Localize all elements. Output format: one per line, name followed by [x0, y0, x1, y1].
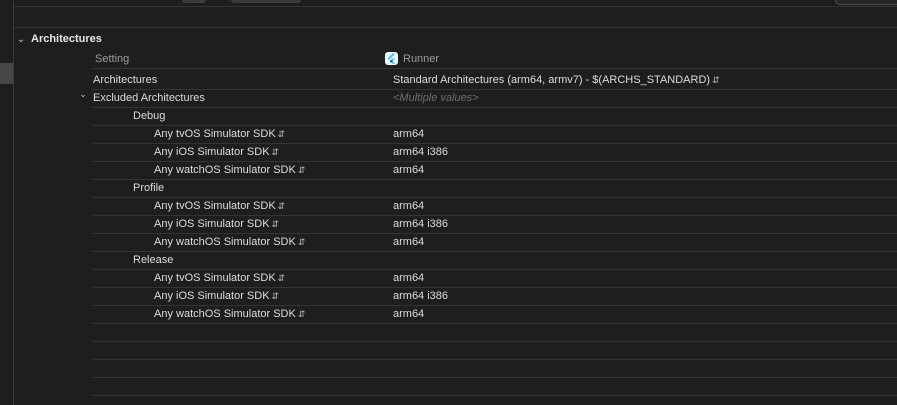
column-header-setting: Setting — [95, 53, 130, 65]
sdk-name: Any watchOS Simulator SDK — [154, 308, 296, 320]
divider — [14, 6, 897, 7]
sdk-name: Any watchOS Simulator SDK — [154, 164, 296, 176]
config-name: Debug — [133, 110, 166, 122]
setting-name: Excluded Architectures — [93, 92, 205, 104]
up-down-stepper-icon[interactable]: ⇵ — [278, 201, 286, 211]
up-down-stepper-icon[interactable]: ⇵ — [278, 273, 286, 283]
config-row-release[interactable]: Release — [91, 251, 897, 270]
sdk-condition[interactable]: Any tvOS Simulator SDK ⇵ — [154, 197, 285, 215]
sdk-value[interactable]: arm64 i386 — [393, 143, 448, 161]
config-row-debug[interactable]: Debug — [91, 107, 897, 126]
sdk-row[interactable]: Any iOS Simulator SDK ⇵ arm64 i386 — [91, 215, 897, 234]
sdk-row[interactable]: Any iOS Simulator SDK ⇵ arm64 i386 — [91, 287, 897, 306]
sdk-condition[interactable]: Any tvOS Simulator SDK ⇵ — [154, 269, 285, 287]
sdk-condition[interactable]: Any watchOS Simulator SDK ⇵ — [154, 305, 305, 323]
sdk-name: Any watchOS Simulator SDK — [154, 236, 296, 248]
sdk-name: Any iOS Simulator SDK — [154, 146, 270, 158]
sdk-value[interactable]: arm64 — [393, 305, 424, 323]
sdk-condition[interactable]: Any watchOS Simulator SDK ⇵ — [154, 233, 305, 251]
sdk-name: Any iOS Simulator SDK — [154, 290, 270, 302]
sdk-condition[interactable]: Any iOS Simulator SDK ⇵ — [154, 215, 279, 233]
navigator-sidebar — [0, 0, 14, 405]
sdk-row[interactable]: Any tvOS Simulator SDK ⇵ arm64 — [91, 197, 897, 216]
up-down-stepper-icon[interactable]: ⇵ — [298, 309, 306, 319]
setting-value-text: Standard Architectures (arm64, armv7) - … — [393, 74, 711, 86]
sdk-value[interactable]: arm64 i386 — [393, 215, 448, 233]
empty-row — [91, 359, 897, 378]
sdk-condition[interactable]: Any tvOS Simulator SDK ⇵ — [154, 125, 285, 143]
sdk-row[interactable]: Any tvOS Simulator SDK ⇵ arm64 — [91, 125, 897, 144]
empty-row — [91, 323, 897, 342]
sdk-row[interactable]: Any watchOS Simulator SDK ⇵ arm64 — [91, 161, 897, 180]
divider — [14, 27, 897, 28]
sdk-condition[interactable]: Any watchOS Simulator SDK ⇵ — [154, 161, 305, 179]
config-name: Profile — [133, 182, 165, 194]
up-down-stepper-icon[interactable]: ⇵ — [298, 237, 306, 247]
sdk-value[interactable]: arm64 — [393, 161, 424, 179]
sdk-row[interactable]: Any watchOS Simulator SDK ⇵ arm64 — [91, 233, 897, 252]
sdk-condition[interactable]: Any iOS Simulator SDK ⇵ — [154, 143, 279, 161]
sdk-value[interactable]: arm64 — [393, 125, 424, 143]
up-down-stepper-icon[interactable]: ⇵ — [712, 75, 720, 85]
sdk-value[interactable]: arm64 — [393, 233, 424, 251]
chevron-down-icon[interactable]: ⌄ — [14, 34, 28, 45]
sdk-value[interactable]: arm64 — [393, 269, 424, 287]
up-down-stepper-icon[interactable]: ⇵ — [278, 129, 286, 139]
section-title: Architectures — [31, 33, 102, 45]
sdk-row[interactable]: Any iOS Simulator SDK ⇵ arm64 i386 — [91, 143, 897, 162]
up-down-stepper-icon[interactable]: ⇵ — [272, 147, 280, 157]
sdk-name: Any iOS Simulator SDK — [154, 218, 270, 230]
config-row-profile[interactable]: Profile — [91, 179, 897, 198]
navigator-selected-item[interactable] — [0, 63, 13, 84]
sdk-name: Any tvOS Simulator SDK — [154, 272, 276, 284]
build-settings-editor: ⌄ Architectures Setting Runner Architect… — [14, 0, 897, 405]
sdk-value[interactable]: arm64 i386 — [393, 287, 448, 305]
setting-row-architectures[interactable]: Architectures Standard Architectures (ar… — [91, 71, 897, 90]
up-down-stepper-icon[interactable]: ⇵ — [272, 291, 280, 301]
sdk-name: Any tvOS Simulator SDK — [154, 128, 276, 140]
target-name: Runner — [403, 53, 440, 65]
empty-row — [91, 341, 897, 360]
up-down-stepper-icon[interactable]: ⇵ — [272, 219, 280, 229]
sdk-row[interactable]: Any tvOS Simulator SDK ⇵ arm64 — [91, 269, 897, 288]
sdk-condition[interactable]: Any iOS Simulator SDK ⇵ — [154, 287, 279, 305]
setting-row-excluded-architectures[interactable]: ⌄ Excluded Architectures <Multiple value… — [79, 89, 897, 108]
sdk-value[interactable]: arm64 — [393, 197, 424, 215]
section-header[interactable]: ⌄ Architectures — [14, 30, 102, 48]
setting-value[interactable]: Standard Architectures (arm64, armv7) - … — [393, 71, 720, 89]
chevron-down-icon[interactable]: ⌄ — [77, 89, 89, 100]
setting-value-placeholder[interactable]: <Multiple values> — [393, 89, 479, 107]
setting-name: Architectures — [93, 74, 158, 86]
config-name: Release — [133, 254, 174, 266]
sdk-name: Any tvOS Simulator SDK — [154, 200, 276, 212]
flutter-app-icon — [385, 51, 398, 65]
sdk-row[interactable]: Any watchOS Simulator SDK ⇵ arm64 — [91, 305, 897, 324]
empty-row — [91, 377, 897, 396]
table-header-row: Setting Runner — [91, 50, 897, 69]
up-down-stepper-icon[interactable]: ⇵ — [298, 165, 306, 175]
column-header-target[interactable]: Runner — [385, 50, 439, 68]
